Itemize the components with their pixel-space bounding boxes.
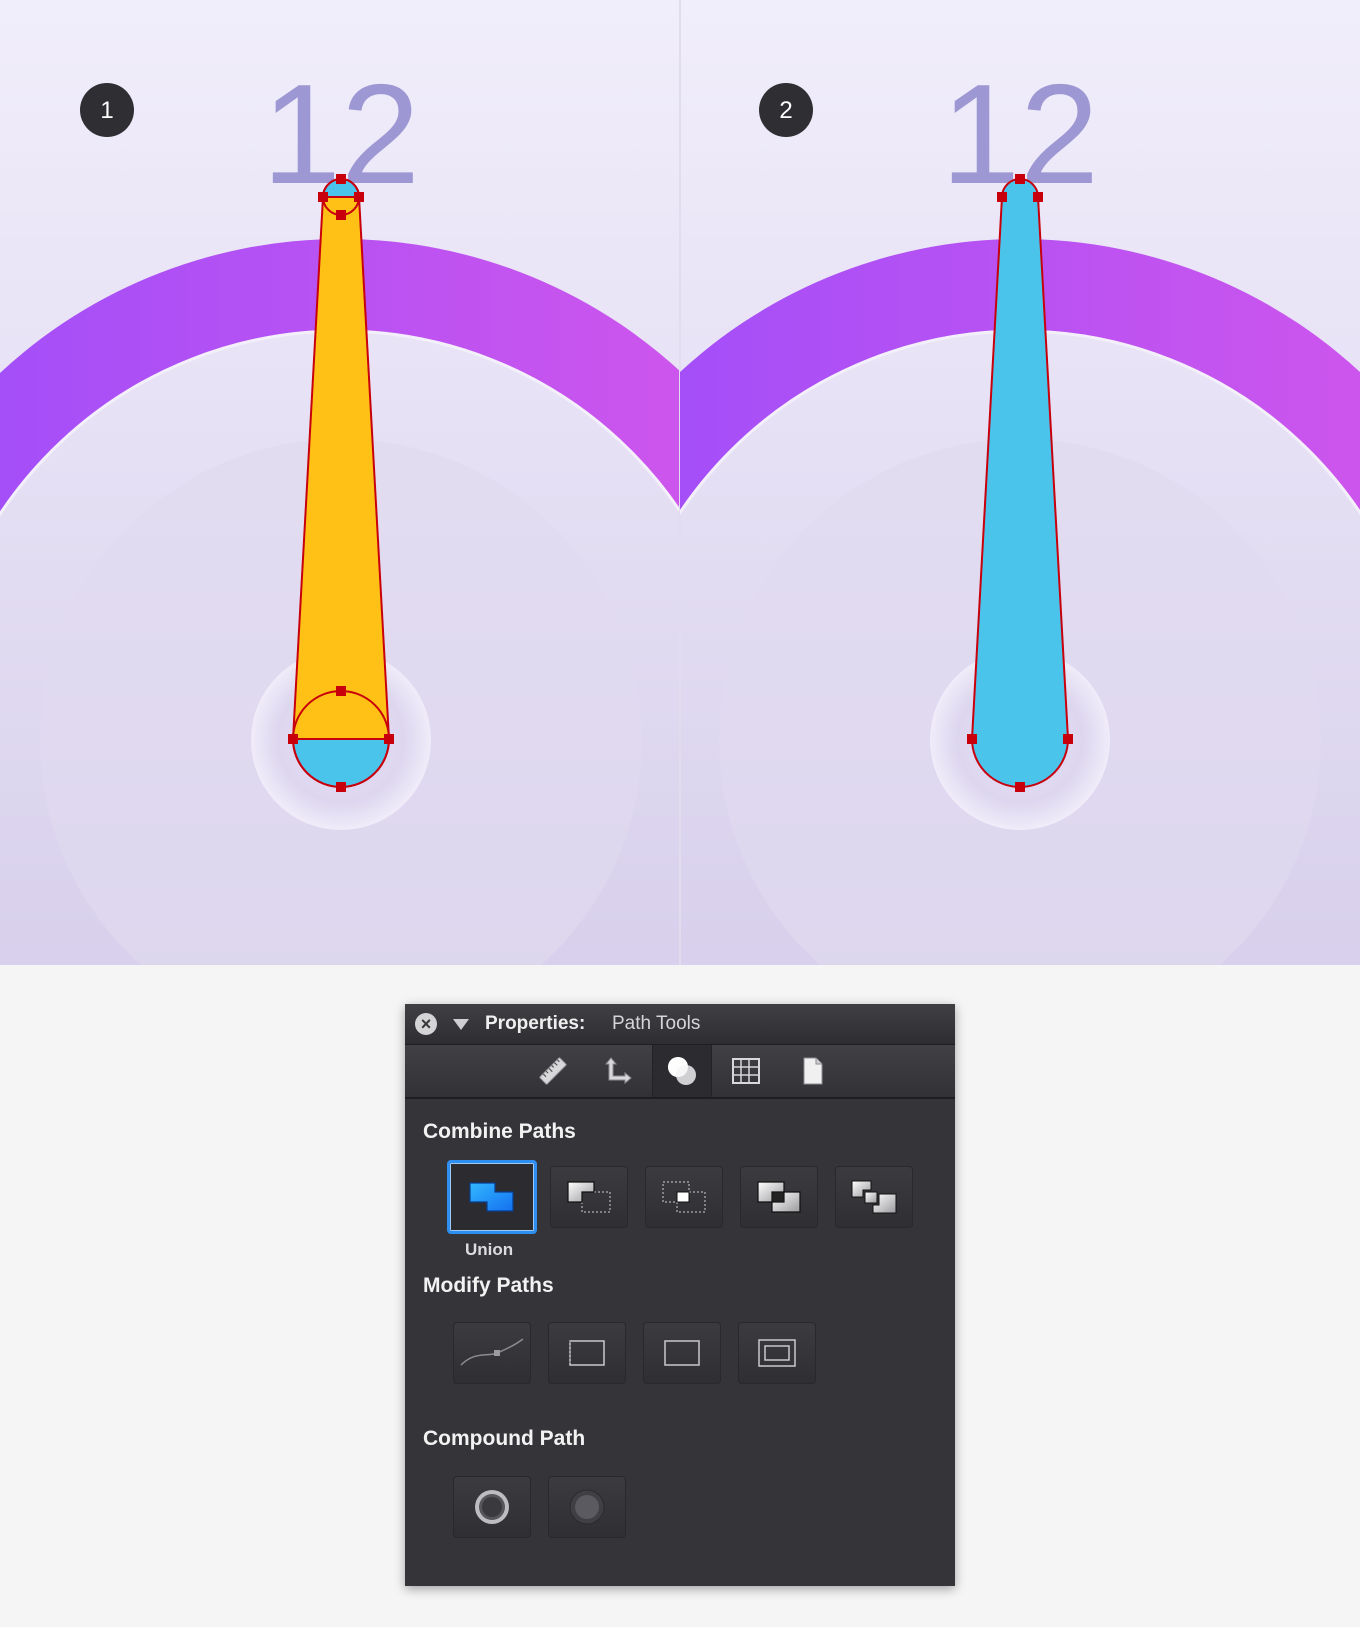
release-compound-button[interactable] bbox=[548, 1476, 626, 1538]
exclude-icon bbox=[757, 1181, 801, 1213]
subtract-button[interactable] bbox=[550, 1166, 628, 1228]
close-icon[interactable]: × bbox=[415, 1013, 437, 1035]
smooth-path-button[interactable] bbox=[453, 1322, 531, 1384]
intersect-icon bbox=[662, 1181, 706, 1213]
collapse-triangle-icon[interactable] bbox=[453, 1019, 469, 1030]
path-ops-icon[interactable] bbox=[652, 1045, 712, 1097]
union-caption: Union bbox=[465, 1240, 514, 1259]
step-badge-1-label: 1 bbox=[100, 97, 113, 124]
panel-title: Properties: bbox=[485, 1013, 586, 1034]
subtract-icon bbox=[567, 1181, 611, 1213]
divide-button[interactable] bbox=[835, 1166, 913, 1228]
document-icon[interactable] bbox=[783, 1045, 841, 1097]
panel-tabbar bbox=[405, 1045, 955, 1099]
release-compound-icon bbox=[569, 1489, 605, 1525]
step-illustrations: 12 1 12 2 bbox=[0, 0, 1360, 965]
make-compound-button[interactable] bbox=[453, 1476, 531, 1538]
properties-panel: × Properties: Path Tools Combine Paths U… bbox=[405, 1004, 955, 1586]
union-button[interactable] bbox=[447, 1160, 537, 1234]
grid-icon[interactable] bbox=[717, 1045, 775, 1097]
make-compound-icon bbox=[475, 1490, 509, 1524]
rect-button[interactable] bbox=[643, 1322, 721, 1384]
dashed-rect-button[interactable] bbox=[548, 1322, 626, 1384]
combine-paths-heading: Combine Paths bbox=[423, 1120, 576, 1143]
exclude-button[interactable] bbox=[740, 1166, 818, 1228]
modify-paths-heading: Modify Paths bbox=[423, 1274, 554, 1297]
divide-icon bbox=[851, 1180, 897, 1214]
intersect-button[interactable] bbox=[645, 1166, 723, 1228]
panel-titlebar: × Properties: Path Tools bbox=[405, 1004, 955, 1045]
step-badge-2-label: 2 bbox=[779, 97, 792, 124]
inset-rect-button[interactable] bbox=[738, 1322, 816, 1384]
dashed-rect-icon bbox=[569, 1340, 605, 1366]
union-icon bbox=[469, 1182, 514, 1212]
rect-icon bbox=[664, 1340, 700, 1366]
ruler-icon[interactable] bbox=[524, 1045, 582, 1097]
smooth-path-icon bbox=[460, 1338, 524, 1366]
inset-rect-icon bbox=[758, 1339, 796, 1367]
panel-subtitle: Path Tools bbox=[612, 1013, 701, 1034]
move-icon[interactable] bbox=[587, 1045, 645, 1097]
compound-path-heading: Compound Path bbox=[423, 1427, 586, 1450]
